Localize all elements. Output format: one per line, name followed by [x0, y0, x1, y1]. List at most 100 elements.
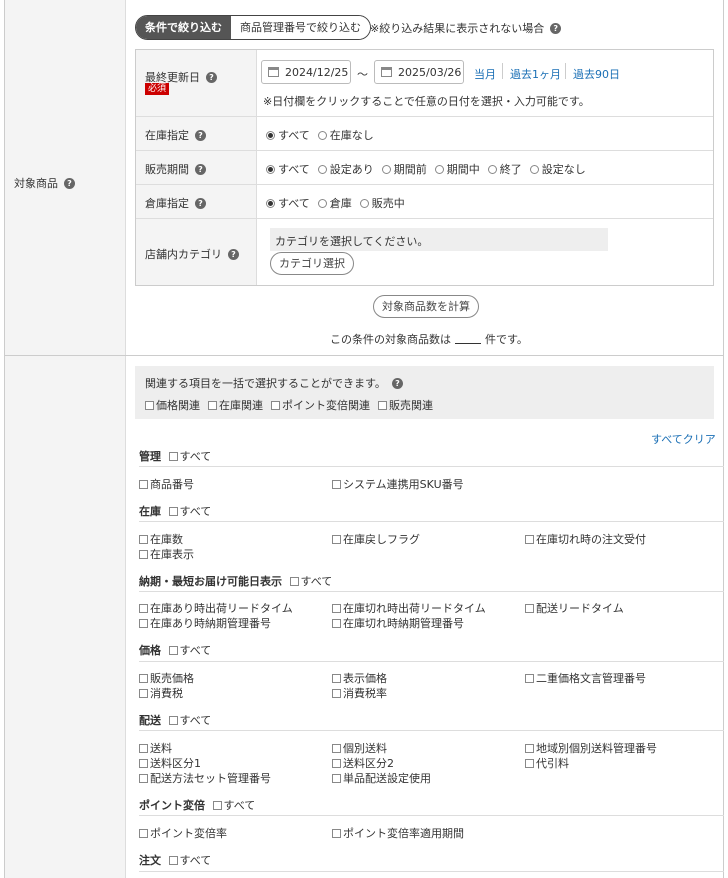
kakaku-all-checkbox[interactable]: すべて [168, 644, 211, 657]
field-checkbox[interactable]: 配送リードタイム [525, 600, 624, 616]
field-checkbox[interactable]: システム連携用SKU番号 [332, 476, 464, 492]
bulk-stock-checkbox[interactable]: 在庫関連 [208, 397, 263, 413]
radio-dot [266, 164, 275, 174]
tab-filter-by-product-id[interactable]: 商品管理番号で絞り込む [231, 16, 370, 39]
clear-all-link[interactable]: すべてクリア [651, 431, 716, 447]
field-checkbox[interactable]: 単品配送設定使用 [332, 770, 431, 786]
help-icon[interactable]: ? [206, 71, 217, 83]
haisou-all-checkbox[interactable]: すべて [168, 714, 211, 727]
radio-dot [317, 198, 327, 208]
group-divider [139, 661, 724, 662]
radio-period-unset[interactable]: 設定なし [529, 161, 586, 177]
kanri-all-checkbox[interactable]: すべて [168, 450, 211, 463]
point-all-checkbox[interactable]: すべて [212, 799, 255, 812]
field-checkbox[interactable]: 在庫あり時出荷リードタイム [139, 600, 293, 616]
tab-filter-by-condition[interactable]: 条件で絞り込む [136, 16, 231, 39]
checkbox-box [332, 674, 341, 683]
field-checkbox[interactable]: 在庫切れ時出荷リードタイム [332, 600, 486, 616]
field-checkbox[interactable]: 在庫あり時納期管理番号 [139, 615, 271, 631]
radio-period-during[interactable]: 期間中 [434, 161, 480, 177]
help-icon[interactable]: ? [391, 377, 403, 389]
zaiko-all-checkbox[interactable]: すべて [168, 505, 211, 518]
chumon-all-checkbox[interactable]: すべて [168, 854, 211, 867]
quick-link-last-month[interactable]: 過去1ヶ月 [510, 66, 561, 82]
checkbox-box [139, 689, 148, 698]
help-icon[interactable]: ? [195, 129, 206, 141]
target-products-label: 対象商品 ? [14, 175, 75, 191]
radio-warehouse-stored[interactable]: 倉庫 [317, 195, 352, 211]
group-divider [139, 521, 724, 522]
help-icon[interactable]: ? [550, 22, 562, 34]
required-badge: 必須 [145, 83, 170, 95]
checkbox-box [212, 801, 222, 810]
group-zaiko-header: 在庫 すべて [139, 505, 212, 518]
radio-dot [317, 130, 327, 140]
field-checkbox[interactable]: 消費税率 [332, 685, 387, 701]
field-checkbox[interactable]: 在庫表示 [139, 546, 194, 562]
row-divider [136, 150, 713, 151]
field-checkbox[interactable]: 販売価格 [139, 670, 194, 686]
field-checkbox[interactable]: 送料区分2 [332, 755, 394, 771]
group-divider [139, 591, 724, 592]
radio-dot [317, 164, 327, 174]
bulk-point-checkbox[interactable]: ポイント変倍関連 [271, 397, 370, 413]
warehouse-spec-label: 倉庫指定 ? [145, 195, 206, 211]
field-checkbox[interactable]: 代引料 [525, 755, 569, 771]
field-checkbox[interactable]: 在庫数 [139, 531, 183, 547]
radio-period-before[interactable]: 期間前 [381, 161, 427, 177]
radio-warehouse-all[interactable]: すべて [266, 195, 310, 211]
date-to-input[interactable]: 2025/03/26 [374, 60, 464, 84]
quick-link-90-days[interactable]: 過去90日 [573, 66, 620, 82]
field-checkbox[interactable]: 表示価格 [332, 670, 387, 686]
bulk-select-title: 関連する項目を一括で選択することができます。 ? [145, 375, 403, 391]
field-checkbox[interactable]: 送料 [139, 740, 172, 756]
help-icon[interactable]: ? [228, 248, 239, 260]
radio-dot [266, 130, 275, 140]
bulk-price-checkbox[interactable]: 価格関連 [145, 397, 200, 413]
field-checkbox[interactable]: ポイント変倍率適用期間 [332, 825, 464, 841]
nouki-all-checkbox[interactable]: すべて [289, 575, 332, 588]
field-checkbox[interactable]: 消費税 [139, 685, 183, 701]
field-checkbox[interactable]: 商品番号 [139, 476, 194, 492]
radio-stock-all[interactable]: すべて [266, 127, 310, 143]
count-result: この条件の対象商品数は 件です。 [330, 333, 528, 346]
field-checkbox[interactable]: 送料区分1 [139, 755, 201, 771]
field-checkbox[interactable]: 在庫切れ時納期管理番号 [332, 615, 464, 631]
field-checkbox[interactable]: 在庫切れ時の注文受付 [525, 531, 646, 547]
help-icon[interactable]: ? [195, 197, 206, 209]
radio-dot [434, 164, 444, 174]
row-divider [136, 184, 713, 185]
category-select-button[interactable]: カテゴリ選択 [270, 252, 354, 275]
field-checkbox[interactable]: 二重価格文言管理番号 [525, 670, 646, 686]
radio-period-ended[interactable]: 終了 [487, 161, 522, 177]
field-checkbox[interactable]: 地域別個別送料管理番号 [525, 740, 657, 756]
bulk-sales-checkbox[interactable]: 販売関連 [378, 397, 433, 413]
field-checkbox[interactable]: 個別送料 [332, 740, 387, 756]
help-icon[interactable]: ? [195, 163, 206, 175]
not-shown-note: ※絞り込み結果に表示されない場合 ? [370, 20, 562, 36]
checkbox-box [525, 604, 534, 613]
date-range-tilde: 〜 [357, 68, 368, 81]
calc-count-button[interactable]: 対象商品数を計算 [373, 295, 479, 318]
checkbox-box [139, 604, 148, 613]
checkbox-box [168, 856, 178, 865]
radio-period-all[interactable]: すべて [266, 161, 310, 177]
group-divider [139, 730, 724, 731]
checkbox-box [139, 829, 148, 838]
checkbox-box [332, 619, 341, 628]
date-from-input[interactable]: 2024/12/25 [261, 60, 351, 84]
filter-mode-toggle: 条件で絞り込む 商品管理番号で絞り込む [135, 15, 371, 40]
radio-warehouse-onsale[interactable]: 販売中 [359, 195, 405, 211]
checkbox-box [139, 535, 148, 544]
checkbox-box [332, 604, 341, 613]
checkbox-box [525, 759, 534, 768]
field-checkbox[interactable]: 配送方法セット管理番号 [139, 770, 271, 786]
field-checkbox[interactable]: 在庫戻しフラグ [332, 531, 420, 547]
quick-link-this-month[interactable]: 当月 [474, 66, 496, 82]
checkbox-box [208, 401, 217, 410]
date-note: ※日付欄をクリックすることで任意の日付を選択・入力可能です。 [263, 95, 590, 108]
radio-period-set[interactable]: 設定あり [317, 161, 374, 177]
field-checkbox[interactable]: ポイント変倍率 [139, 825, 227, 841]
help-icon[interactable]: ? [64, 177, 75, 189]
radio-stock-none[interactable]: 在庫なし [317, 127, 374, 143]
